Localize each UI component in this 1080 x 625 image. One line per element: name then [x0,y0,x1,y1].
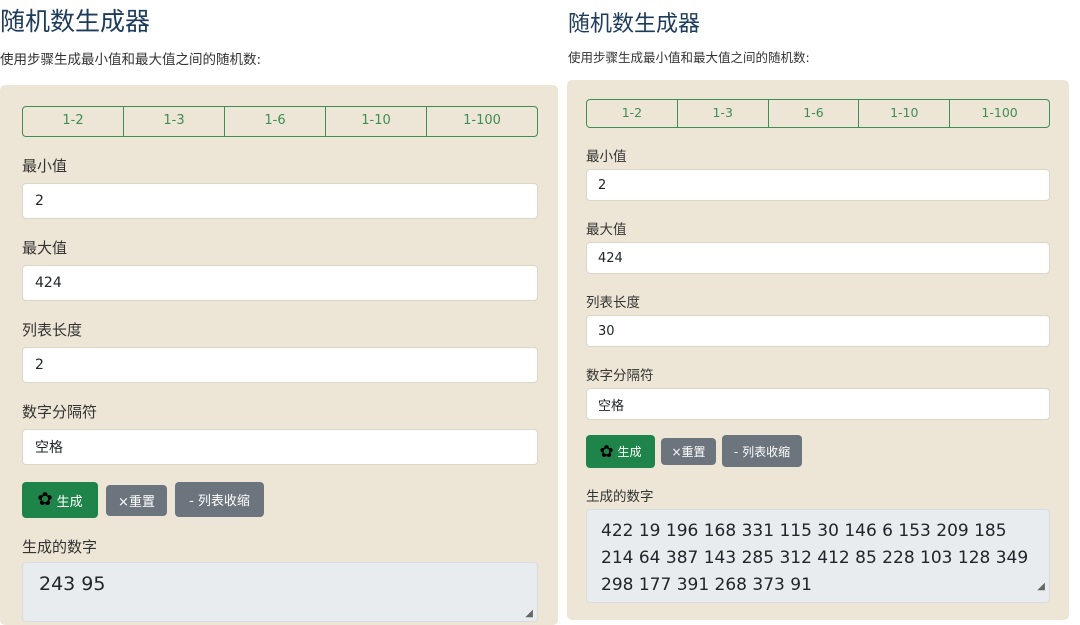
generate-button[interactable]: ✿ 生成 [22,482,98,518]
generate-label: 生成 [617,445,642,459]
range-presets: 1-2 1-3 1-6 1-10 1-100 [22,106,538,137]
action-buttons: ✿ 生成 ×重置 - 列表收缩 [22,482,538,518]
range-preset-1-100[interactable]: 1-100 [950,100,1049,127]
range-preset-1-2[interactable]: 1-2 [587,100,678,127]
separator-select[interactable]: 空格 [22,429,538,465]
max-input[interactable]: 424 [586,242,1050,274]
min-input[interactable]: 2 [22,183,538,219]
generator-panel: 1-2 1-3 1-6 1-10 1-100 最小值 2 最大值 424 列表长… [567,80,1069,620]
collapse-list-button[interactable]: - 列表收缩 [722,435,802,467]
range-preset-1-10[interactable]: 1-10 [326,107,427,136]
generator-panel: 1-2 1-3 1-6 1-10 1-100 最小值 2 最大值 424 列表长… [0,85,558,625]
generate-button[interactable]: ✿ 生成 [586,435,655,468]
output-textarea[interactable]: 422 19 196 168 331 115 30 146 6 153 209 … [586,509,1050,603]
min-input[interactable]: 2 [586,169,1050,201]
length-input[interactable]: 30 [586,315,1050,347]
separator-select[interactable]: 空格 [586,388,1050,420]
output-text: 422 19 196 168 331 115 30 146 6 153 209 … [601,521,1029,595]
output-text: 243 95 [39,573,106,595]
range-preset-1-2[interactable]: 1-2 [23,107,124,136]
output-label: 生成的数字 [22,538,98,556]
page-subtitle: 使用步骤生成最小值和最大值之间的随机数: [568,50,810,65]
output-textarea[interactable]: 243 95 ◢ [22,562,538,622]
separator-label: 数字分隔符 [22,403,98,421]
reset-button[interactable]: ×重置 [661,438,716,465]
separator-label: 数字分隔符 [586,368,654,384]
range-preset-1-100[interactable]: 1-100 [427,107,537,136]
range-preset-1-3[interactable]: 1-3 [124,107,225,136]
min-label: 最小值 [22,157,68,175]
output-label: 生成的数字 [586,489,654,505]
max-label: 最大值 [22,239,68,257]
action-buttons: ✿ 生成 ×重置 - 列表收缩 [586,435,1050,468]
length-input[interactable]: 2 [22,347,538,383]
length-label: 列表长度 [22,321,83,339]
range-preset-1-6[interactable]: 1-6 [769,100,860,127]
range-presets: 1-2 1-3 1-6 1-10 1-100 [586,99,1050,128]
range-preset-1-3[interactable]: 1-3 [678,100,769,127]
generate-label: 生成 [56,494,83,510]
length-label: 列表长度 [586,295,640,311]
max-label: 最大值 [586,222,627,238]
min-label: 最小值 [586,149,627,165]
max-input[interactable]: 424 [22,265,538,301]
range-preset-1-6[interactable]: 1-6 [225,107,326,136]
gear-icon: ✿ [37,488,53,510]
collapse-list-button[interactable]: - 列表收缩 [175,482,264,517]
gear-icon: ✿ [599,441,614,462]
reset-button[interactable]: ×重置 [106,485,167,516]
page-title: 随机数生成器 [0,7,151,36]
range-preset-1-10[interactable]: 1-10 [859,100,951,127]
page-subtitle: 使用步骤生成最小值和最大值之间的随机数: [0,52,262,68]
resize-grip-icon[interactable]: ◢ [1037,573,1045,600]
page-title: 随机数生成器 [568,12,701,37]
